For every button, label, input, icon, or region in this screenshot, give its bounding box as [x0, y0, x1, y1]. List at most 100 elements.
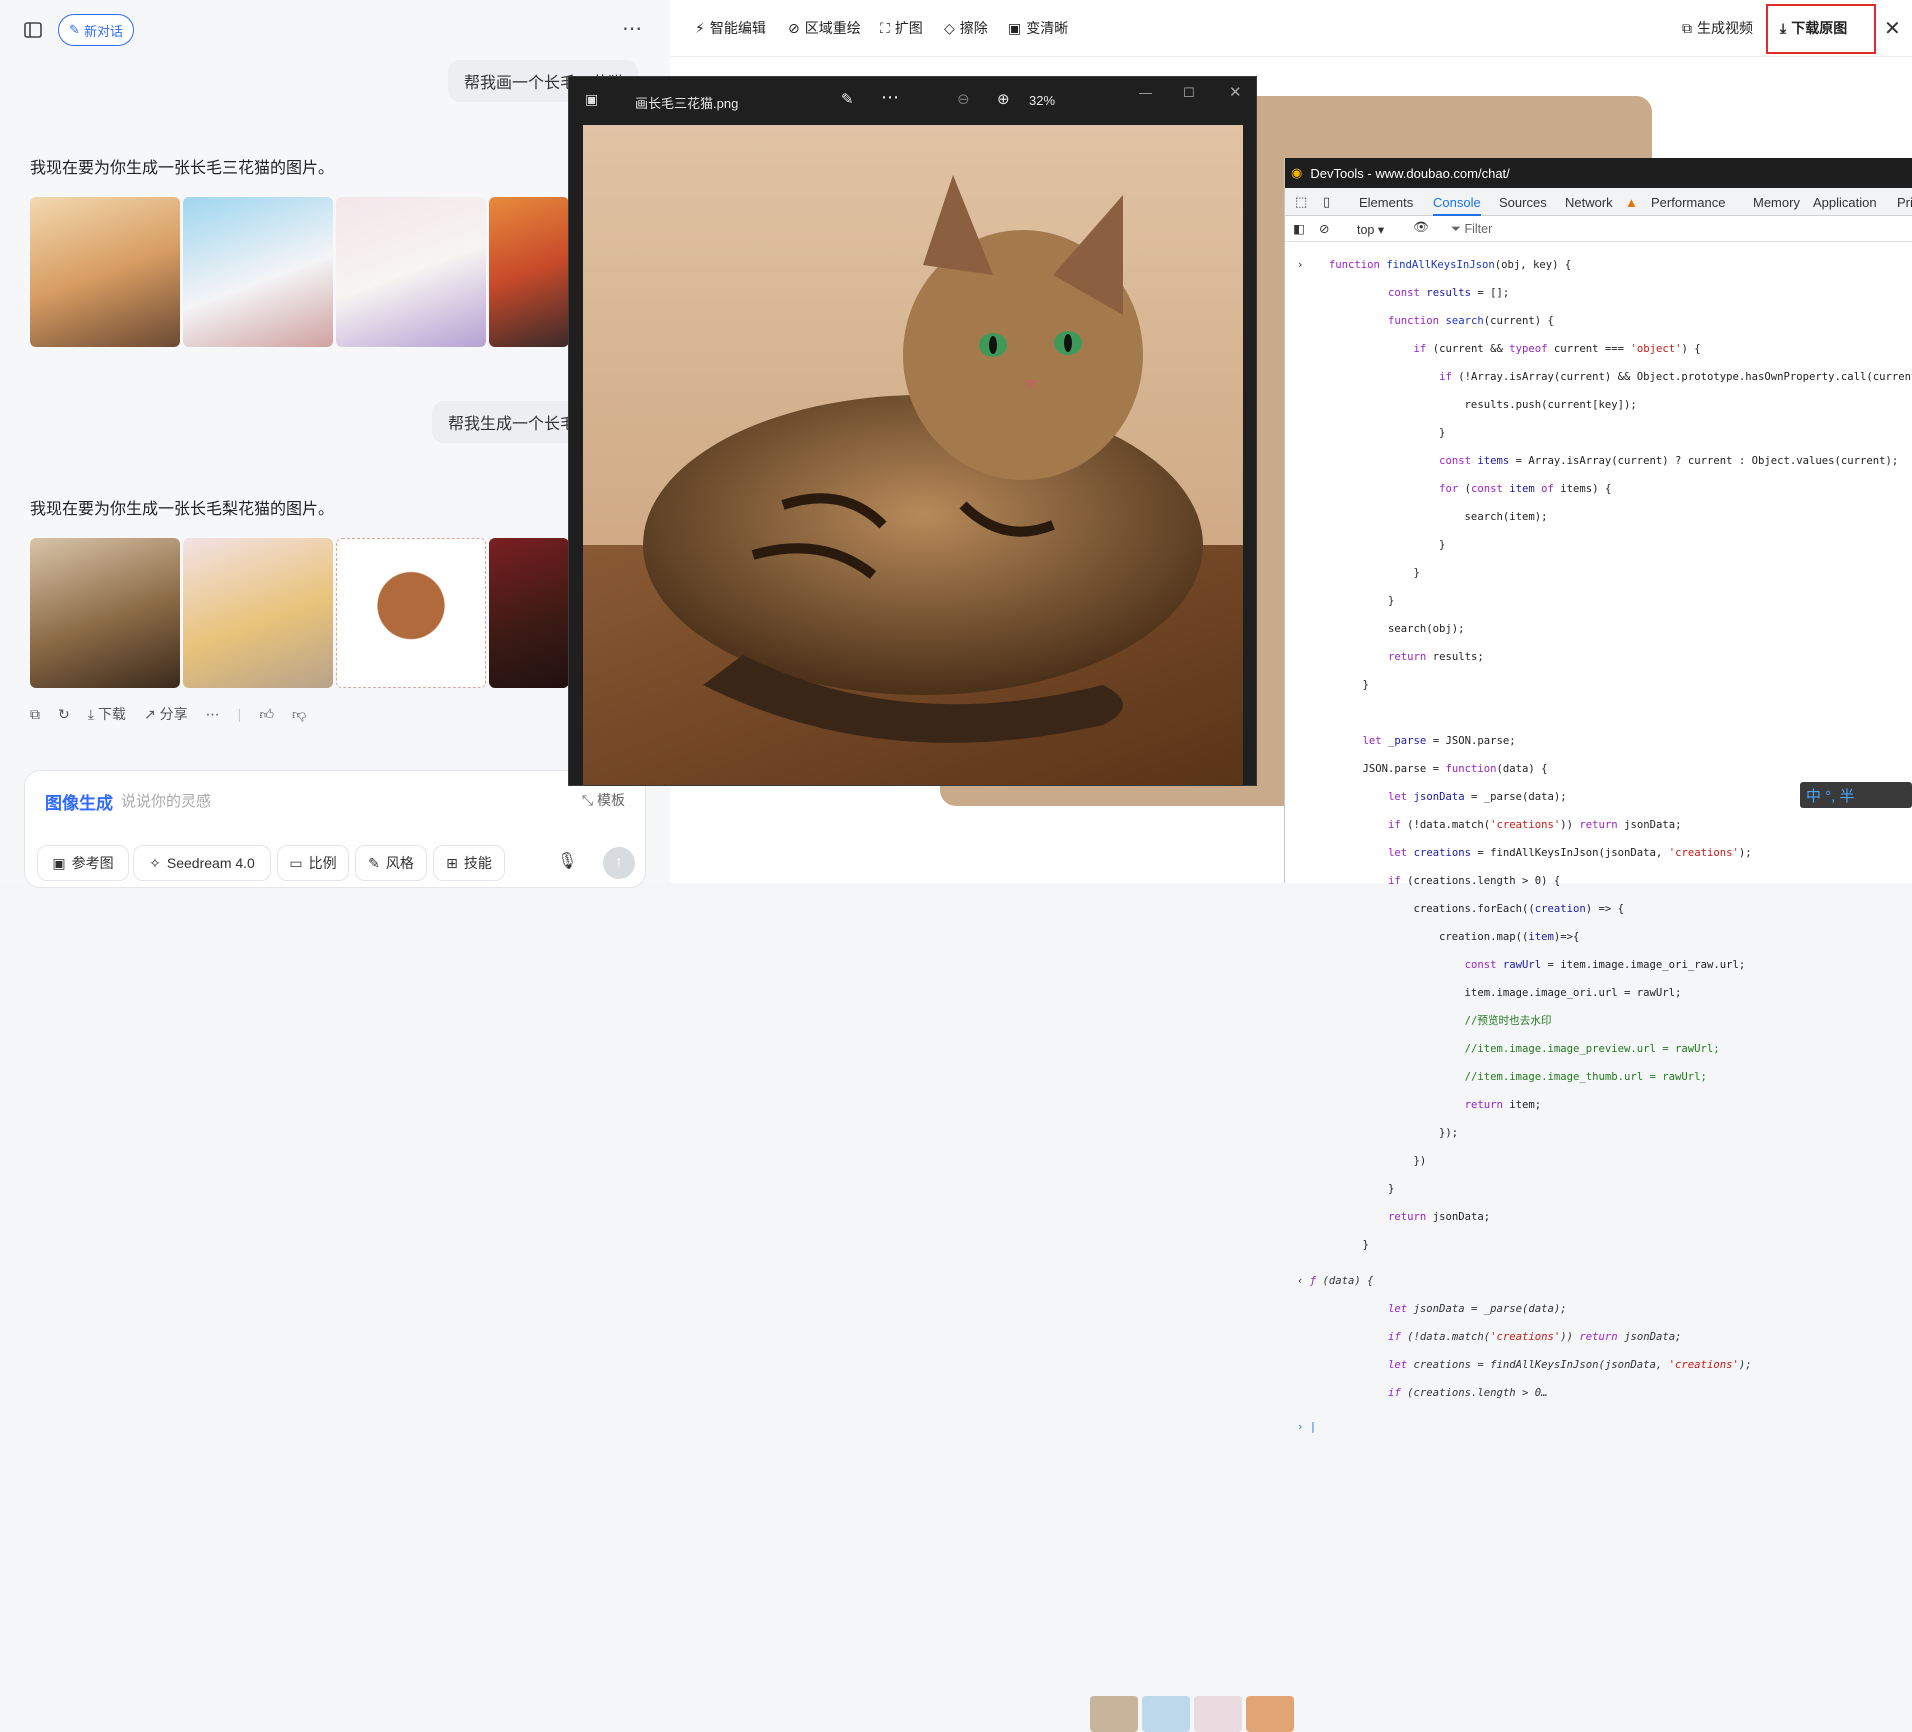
- more-icon[interactable]: ⋯: [881, 87, 899, 108]
- region-redraw-button[interactable]: ⊘ 区域重绘: [788, 18, 861, 38]
- mode-label[interactable]: 图像生成: [45, 789, 113, 814]
- cat-image: [583, 125, 1243, 785]
- thumbnail[interactable]: [1246, 1696, 1294, 1732]
- devtools-tabs: ⬚ ▯ Elements Console Sources Network ▲ P…: [1285, 188, 1912, 216]
- generated-image[interactable]: [336, 538, 486, 688]
- share-icon: ↗: [143, 705, 156, 722]
- devtools-window: ◉ DevTools - www.doubao.com/chat/ ⬚ ▯ Ele…: [1284, 158, 1912, 1433]
- download-icon: ⤓: [1780, 19, 1787, 36]
- thumbs-up-icon[interactable]: 👍︎: [259, 706, 274, 723]
- thumbnail[interactable]: [1142, 1696, 1190, 1732]
- more-icon[interactable]: ⋯: [206, 706, 220, 723]
- download-icon: ⤓: [87, 705, 94, 722]
- download-original-button[interactable]: ⤓ 下载原图: [1780, 18, 1847, 38]
- clear-console-icon[interactable]: ⊘: [1319, 221, 1329, 236]
- reference-image-button[interactable]: ▣ 参考图: [37, 845, 129, 881]
- hd-icon: ▣: [1008, 19, 1022, 36]
- maximize-icon[interactable]: ☐: [1183, 85, 1195, 101]
- assistant-message: 我现在要为你生成一张长毛三花猫的图片。: [30, 160, 335, 177]
- generated-image[interactable]: [489, 538, 569, 688]
- inspect-icon[interactable]: ⬚: [1295, 194, 1307, 210]
- thumbnail[interactable]: [1090, 1696, 1138, 1732]
- ime-indicator[interactable]: 中 °, 半: [1800, 782, 1912, 808]
- prompt-input-box[interactable]: 图像生成 说说你的灵感 ⤡ 模板 ▣ 参考图 ✧ Seedream 4.0 ▭ 比例 …: [24, 770, 646, 888]
- zoom-out-icon[interactable]: ⊖: [957, 90, 970, 108]
- expand-icon: ⛶: [880, 19, 890, 36]
- eye-icon[interactable]: 👁︎: [1413, 220, 1429, 235]
- viewer-filename: 画长毛三花猫.png: [635, 96, 739, 111]
- zoom-level: 32%: [1029, 93, 1056, 108]
- photo-viewer-window: ▣ 画长毛三花猫.png ✎ ⋯ ⊖ ⊕ 32% — ☐ ✕: [568, 76, 1257, 786]
- close-icon[interactable]: ✕: [1884, 16, 1901, 41]
- download-button[interactable]: ⤓ 下载: [88, 704, 126, 724]
- eraser-icon: ◇: [944, 19, 955, 36]
- chrome-icon: ◉: [1291, 165, 1303, 180]
- tab-console[interactable]: Console: [1433, 195, 1481, 216]
- tab-network[interactable]: Network: [1565, 195, 1613, 210]
- generated-image[interactable]: [30, 197, 180, 347]
- context-select[interactable]: top ▾: [1357, 222, 1384, 237]
- copy-icon[interactable]: ⧉: [30, 706, 40, 723]
- expand-image-button[interactable]: ⛶ 扩图: [880, 18, 923, 38]
- photos-app-icon: ▣: [585, 91, 599, 107]
- tab-elements[interactable]: Elements: [1359, 195, 1413, 210]
- image-grid-1: [30, 197, 569, 347]
- edit-image-icon[interactable]: ✎: [841, 90, 854, 108]
- divider: |: [237, 706, 242, 722]
- generate-video-button[interactable]: ⧉ 生成视频: [1682, 18, 1753, 38]
- generated-image[interactable]: [336, 197, 486, 347]
- thumbnail[interactable]: [1194, 1696, 1242, 1732]
- tab-performance[interactable]: Performance: [1651, 195, 1725, 210]
- generated-image[interactable]: [183, 197, 333, 347]
- send-button[interactable]: ↑: [603, 847, 635, 879]
- filter-icon: ⏷: [1451, 222, 1465, 236]
- tab-sources[interactable]: Sources: [1499, 195, 1547, 210]
- zoom-in-icon[interactable]: ⊕: [997, 90, 1010, 108]
- minimize-icon[interactable]: —: [1139, 85, 1152, 100]
- tab-memory[interactable]: Memory: [1753, 195, 1800, 210]
- tab-more[interactable]: Pri: [1897, 195, 1912, 210]
- brush-icon: ✎: [368, 854, 380, 871]
- image-icon: ▣: [52, 854, 66, 871]
- grid-icon: ⊞: [446, 854, 458, 871]
- new-chat-button[interactable]: ✎ 新对话: [58, 14, 134, 46]
- image-grid-2: [30, 538, 569, 688]
- console-toolbar: ◧ ⊘ top ▾ 👁︎ ⏷ Filter: [1285, 216, 1912, 242]
- video-icon: ⧉: [1682, 19, 1692, 36]
- model-select[interactable]: ✧ Seedream 4.0: [133, 845, 271, 881]
- style-button[interactable]: ✎ 风格: [355, 845, 427, 881]
- share-button[interactable]: ↗ 分享: [144, 704, 188, 724]
- close-icon[interactable]: ✕: [1229, 83, 1242, 101]
- device-toolbar-icon[interactable]: ▯: [1323, 194, 1330, 210]
- smart-edit-button[interactable]: ⚡︎ 智能编辑: [695, 18, 766, 38]
- microphone-icon[interactable]: 🎙︎: [557, 851, 577, 871]
- skills-button[interactable]: ⊞ 技能: [433, 845, 505, 881]
- template-button[interactable]: ⤡ 模板: [582, 790, 625, 810]
- prompt-placeholder[interactable]: 说说你的灵感: [121, 790, 211, 811]
- more-icon[interactable]: ⋯: [622, 16, 642, 41]
- message-actions: ⧉ ↻ ⤓ 下载 ↗ 分享 ⋯ | 👍︎ 👎︎: [30, 704, 306, 724]
- redraw-icon: ⊘: [788, 19, 800, 36]
- divider: [670, 56, 1912, 57]
- expand-icon: ⤡: [581, 792, 597, 808]
- ratio-button[interactable]: ▭ 比例: [277, 845, 349, 881]
- magic-wand-icon: ⚡︎: [695, 19, 705, 36]
- sidebar-toggle-icon[interactable]: [24, 22, 42, 38]
- regenerate-icon[interactable]: ↻: [58, 706, 70, 723]
- assistant-message: 我现在要为你生成一张长毛梨花猫的图片。: [30, 501, 335, 518]
- filter-input[interactable]: ⏷ Filter: [1451, 222, 1492, 237]
- generated-image[interactable]: [489, 197, 569, 347]
- devtools-titlebar: ◉ DevTools - www.doubao.com/chat/: [1285, 158, 1912, 188]
- ratio-icon: ▭: [289, 854, 303, 871]
- generated-image[interactable]: [30, 538, 180, 688]
- tab-application[interactable]: Application: [1813, 195, 1877, 210]
- erase-button[interactable]: ◇ 擦除: [944, 18, 988, 38]
- console-output: › function findAllKeysInJson(obj, key) {…: [1297, 259, 1912, 1433]
- generated-image[interactable]: [183, 538, 333, 688]
- sidebar-icon[interactable]: ◧: [1293, 221, 1305, 236]
- thumbs-down-icon[interactable]: 👎︎: [292, 706, 306, 723]
- sparkle-icon: ✧: [149, 854, 161, 871]
- sharpen-button[interactable]: ▣ 变清晰: [1008, 18, 1068, 38]
- warning-icon: ▲: [1625, 195, 1638, 210]
- thumbnail-strip: [1090, 848, 1294, 1732]
